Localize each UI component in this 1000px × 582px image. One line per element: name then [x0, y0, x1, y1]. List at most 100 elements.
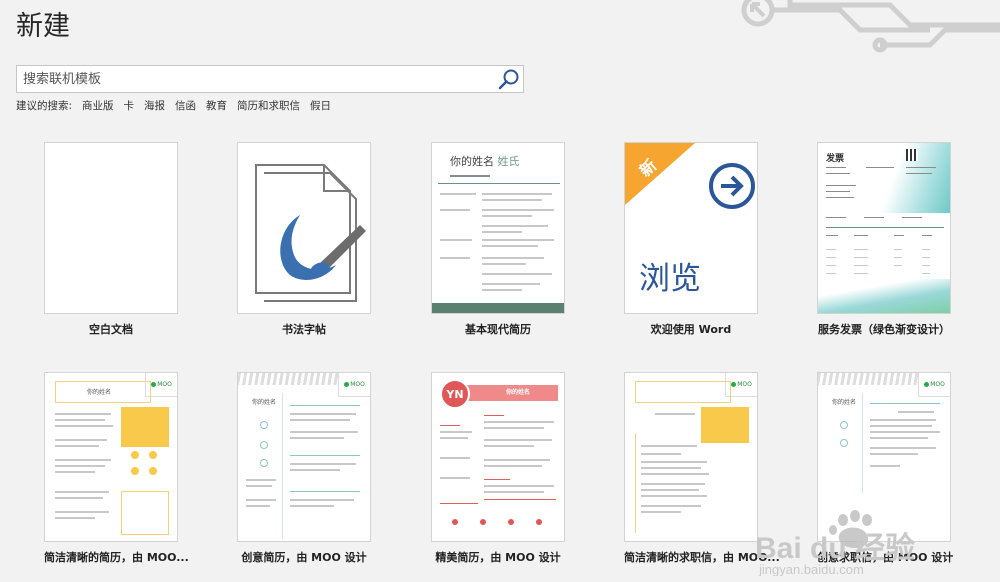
skill-dot — [131, 467, 139, 475]
line — [906, 173, 932, 174]
search-icon[interactable] — [497, 68, 521, 90]
template-basic-modern-resume[interactable]: 你的姓名 姓氏 基本现代简历 — [431, 142, 565, 337]
baidu-watermark: Bai du 经验 jingyan.baidu.com — [755, 510, 915, 576]
line — [641, 495, 707, 497]
template-blank-document[interactable]: 空白文档 — [44, 142, 178, 337]
line — [290, 505, 334, 507]
template-creative-resume-moo[interactable]: MOO 你的姓名 创意简历，由 MOO 设计 — [237, 372, 371, 565]
line — [440, 431, 472, 433]
line — [484, 415, 504, 416]
template-thumbnail[interactable]: 新 浏览 — [624, 142, 758, 314]
line — [906, 167, 936, 168]
resume-name-text: 你的姓名 — [450, 155, 494, 168]
line — [482, 209, 554, 211]
rule — [290, 405, 360, 406]
line — [484, 421, 554, 423]
skill-dot — [149, 467, 157, 475]
line — [655, 413, 695, 415]
suggestion-link[interactable]: 海报 — [144, 98, 165, 113]
initials-circle: YN — [440, 379, 470, 409]
line — [826, 185, 856, 186]
template-elegant-resume-moo[interactable]: YN 你的姓名 精美简历，由 MOO 设计 — [431, 372, 565, 565]
search-input[interactable] — [17, 66, 497, 92]
line — [826, 167, 846, 168]
initials-text: YN — [446, 387, 464, 401]
line — [55, 517, 95, 519]
line — [484, 479, 510, 480]
template-label: 欢迎使用 Word — [650, 323, 732, 336]
template-label: 书法字帖 — [282, 323, 326, 336]
contact-box — [121, 491, 169, 535]
template-label: 简洁清晰的求职信，由 MOO... — [624, 551, 780, 564]
line — [440, 209, 470, 211]
suggestion-link[interactable]: 卡 — [124, 98, 135, 113]
moo-text: MOO — [350, 381, 365, 388]
line — [641, 505, 701, 507]
resume-name-text: 你的姓名 — [87, 389, 112, 396]
line — [826, 235, 838, 236]
line — [440, 425, 460, 426]
template-label: 服务发票（绿色渐变设计） — [818, 323, 950, 336]
qr-code — [906, 149, 918, 161]
template-service-invoice[interactable]: 发票 服务发票（绿色渐变设计） — [817, 142, 951, 337]
yellow-block — [701, 407, 749, 443]
line — [826, 191, 850, 192]
arrow-right-icon — [709, 163, 755, 209]
template-thumbnail[interactable]: YN 你的姓名 — [431, 372, 565, 542]
line — [55, 511, 109, 513]
template-clean-cover-letter-moo[interactable]: MOO 简洁清晰的求职信，由 MOO... — [624, 372, 780, 565]
line — [246, 499, 276, 501]
template-thumbnail[interactable]: MOO 你的姓名 — [237, 372, 371, 542]
line — [246, 505, 270, 507]
moo-text: MOO — [737, 381, 752, 388]
red-dot — [508, 519, 514, 525]
moo-leaf-icon — [731, 382, 737, 387]
line — [894, 235, 904, 236]
line — [854, 265, 868, 266]
line — [894, 249, 902, 250]
line — [641, 467, 701, 469]
line — [482, 231, 522, 233]
suggestion-link[interactable]: 商业版 — [82, 98, 114, 113]
line — [641, 453, 681, 455]
footer-band — [432, 303, 564, 313]
template-thumbnail[interactable]: MOO 你的姓名 — [44, 372, 178, 542]
watermark-text: Bai du 经验 — [755, 531, 915, 565]
suggestion-link[interactable]: 简历和求职信 — [237, 98, 300, 113]
template-welcome-word[interactable]: 新 浏览 欢迎使用 Word — [624, 142, 758, 337]
line — [866, 167, 894, 168]
template-thumbnail[interactable]: MOO — [624, 372, 758, 542]
template-label: 基本现代简历 — [465, 323, 531, 336]
calligraphy-brush-icon — [255, 164, 366, 302]
watermark-url: jingyan.baidu.com — [758, 562, 864, 576]
resume-name-text: 你的姓名 — [252, 399, 277, 406]
suggested-searches-label: 建议的搜索: — [16, 100, 73, 112]
line — [870, 431, 940, 433]
page-title: 新建 — [16, 11, 70, 42]
template-clean-resume-moo[interactable]: MOO 你的姓名 简洁清晰的简历，由 MOO... — [44, 372, 189, 565]
red-dot — [480, 519, 486, 525]
line — [246, 479, 276, 481]
line — [55, 419, 105, 421]
moo-text: MOO — [930, 381, 945, 388]
teal-circle — [260, 421, 268, 429]
suggestion-link[interactable]: 信函 — [175, 98, 196, 113]
template-thumbnail[interactable] — [237, 142, 371, 314]
rule — [438, 183, 560, 184]
suggestion-link[interactable]: 假日 — [310, 98, 331, 113]
line — [922, 249, 930, 250]
template-thumbnail[interactable]: 发票 — [817, 142, 951, 314]
line — [870, 447, 936, 449]
template-thumbnail[interactable] — [44, 142, 178, 314]
skill-dot — [149, 451, 157, 459]
line — [482, 245, 538, 247]
line — [870, 425, 932, 427]
template-label: 精美简历，由 MOO 设计 — [435, 551, 561, 564]
line — [898, 411, 934, 413]
line — [290, 437, 344, 439]
line — [870, 465, 900, 467]
line — [484, 491, 544, 493]
template-calligraphy[interactable]: 书法字帖 — [237, 142, 371, 337]
suggestion-link[interactable]: 教育 — [206, 98, 227, 113]
template-thumbnail[interactable]: 你的姓名 姓氏 — [431, 142, 565, 314]
